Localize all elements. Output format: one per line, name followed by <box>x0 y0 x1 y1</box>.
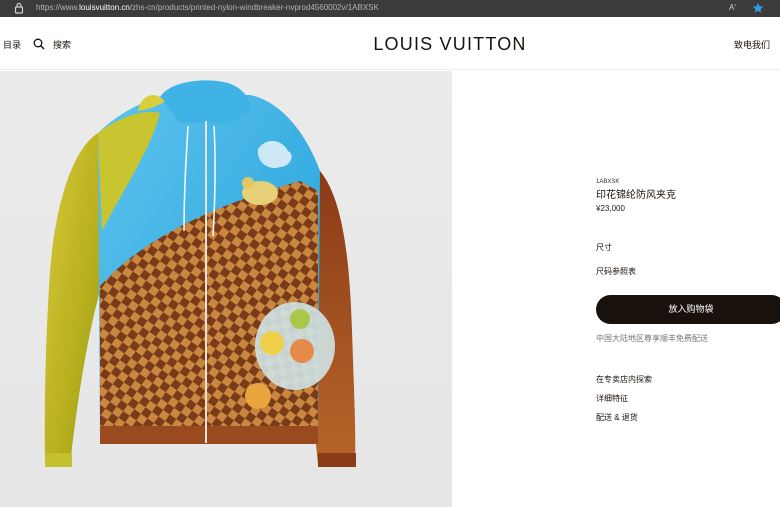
store-availability-link[interactable]: 在专卖店内探索 <box>596 375 652 385</box>
size-selector[interactable]: 尺寸 <box>596 243 612 253</box>
browser-address-bar: https://www.louisvuitton.cn/zhs-cn/produ… <box>0 0 780 17</box>
url-domain: louisvuitton.cn <box>79 3 130 12</box>
url-prefix: https://www. <box>36 3 80 12</box>
add-to-cart-button[interactable]: 放入购物袋 <box>596 295 780 324</box>
product-image-panel[interactable] <box>0 71 452 507</box>
product-sku: 1ABXSK <box>596 179 620 185</box>
search-button[interactable]: 搜索 <box>53 39 71 51</box>
read-aloud-icon[interactable]: Aʹ <box>729 2 736 14</box>
star-icon[interactable] <box>752 2 764 14</box>
site-header: 目录 搜索 LOUIS VUITTON 致电我们 <box>0 17 780 70</box>
lock-icon <box>14 2 24 14</box>
brand-logo[interactable]: LOUIS VUITTON <box>340 33 560 55</box>
shipping-note: 中国大陆地区尊享顺丰免费配送 <box>596 334 708 343</box>
product-info-panel: 1ABXSK 印花锦纶防风夹克 ¥23,000 尺寸 尺码参照表 放入购物袋 中… <box>452 71 780 507</box>
url-path: /zhs-cn/products/printed-nylon-windbreak… <box>129 3 379 12</box>
contact-us-link[interactable]: 致电我们 <box>734 39 770 51</box>
product-name: 印花锦纶防风夹克 <box>596 190 676 201</box>
product-price: ¥23,000 <box>596 204 625 213</box>
product-jacket-image <box>44 80 356 467</box>
address-url[interactable]: https://www.louisvuitton.cn/zhs-cn/produ… <box>36 2 379 14</box>
product-details-link[interactable]: 详细特征 <box>596 394 628 404</box>
menu-button[interactable]: 目录 <box>3 39 21 51</box>
size-guide-link[interactable]: 尺码参照表 <box>596 267 636 277</box>
search-icon[interactable] <box>33 38 45 50</box>
delivery-returns-link[interactable]: 配送 & 退货 <box>596 413 638 423</box>
